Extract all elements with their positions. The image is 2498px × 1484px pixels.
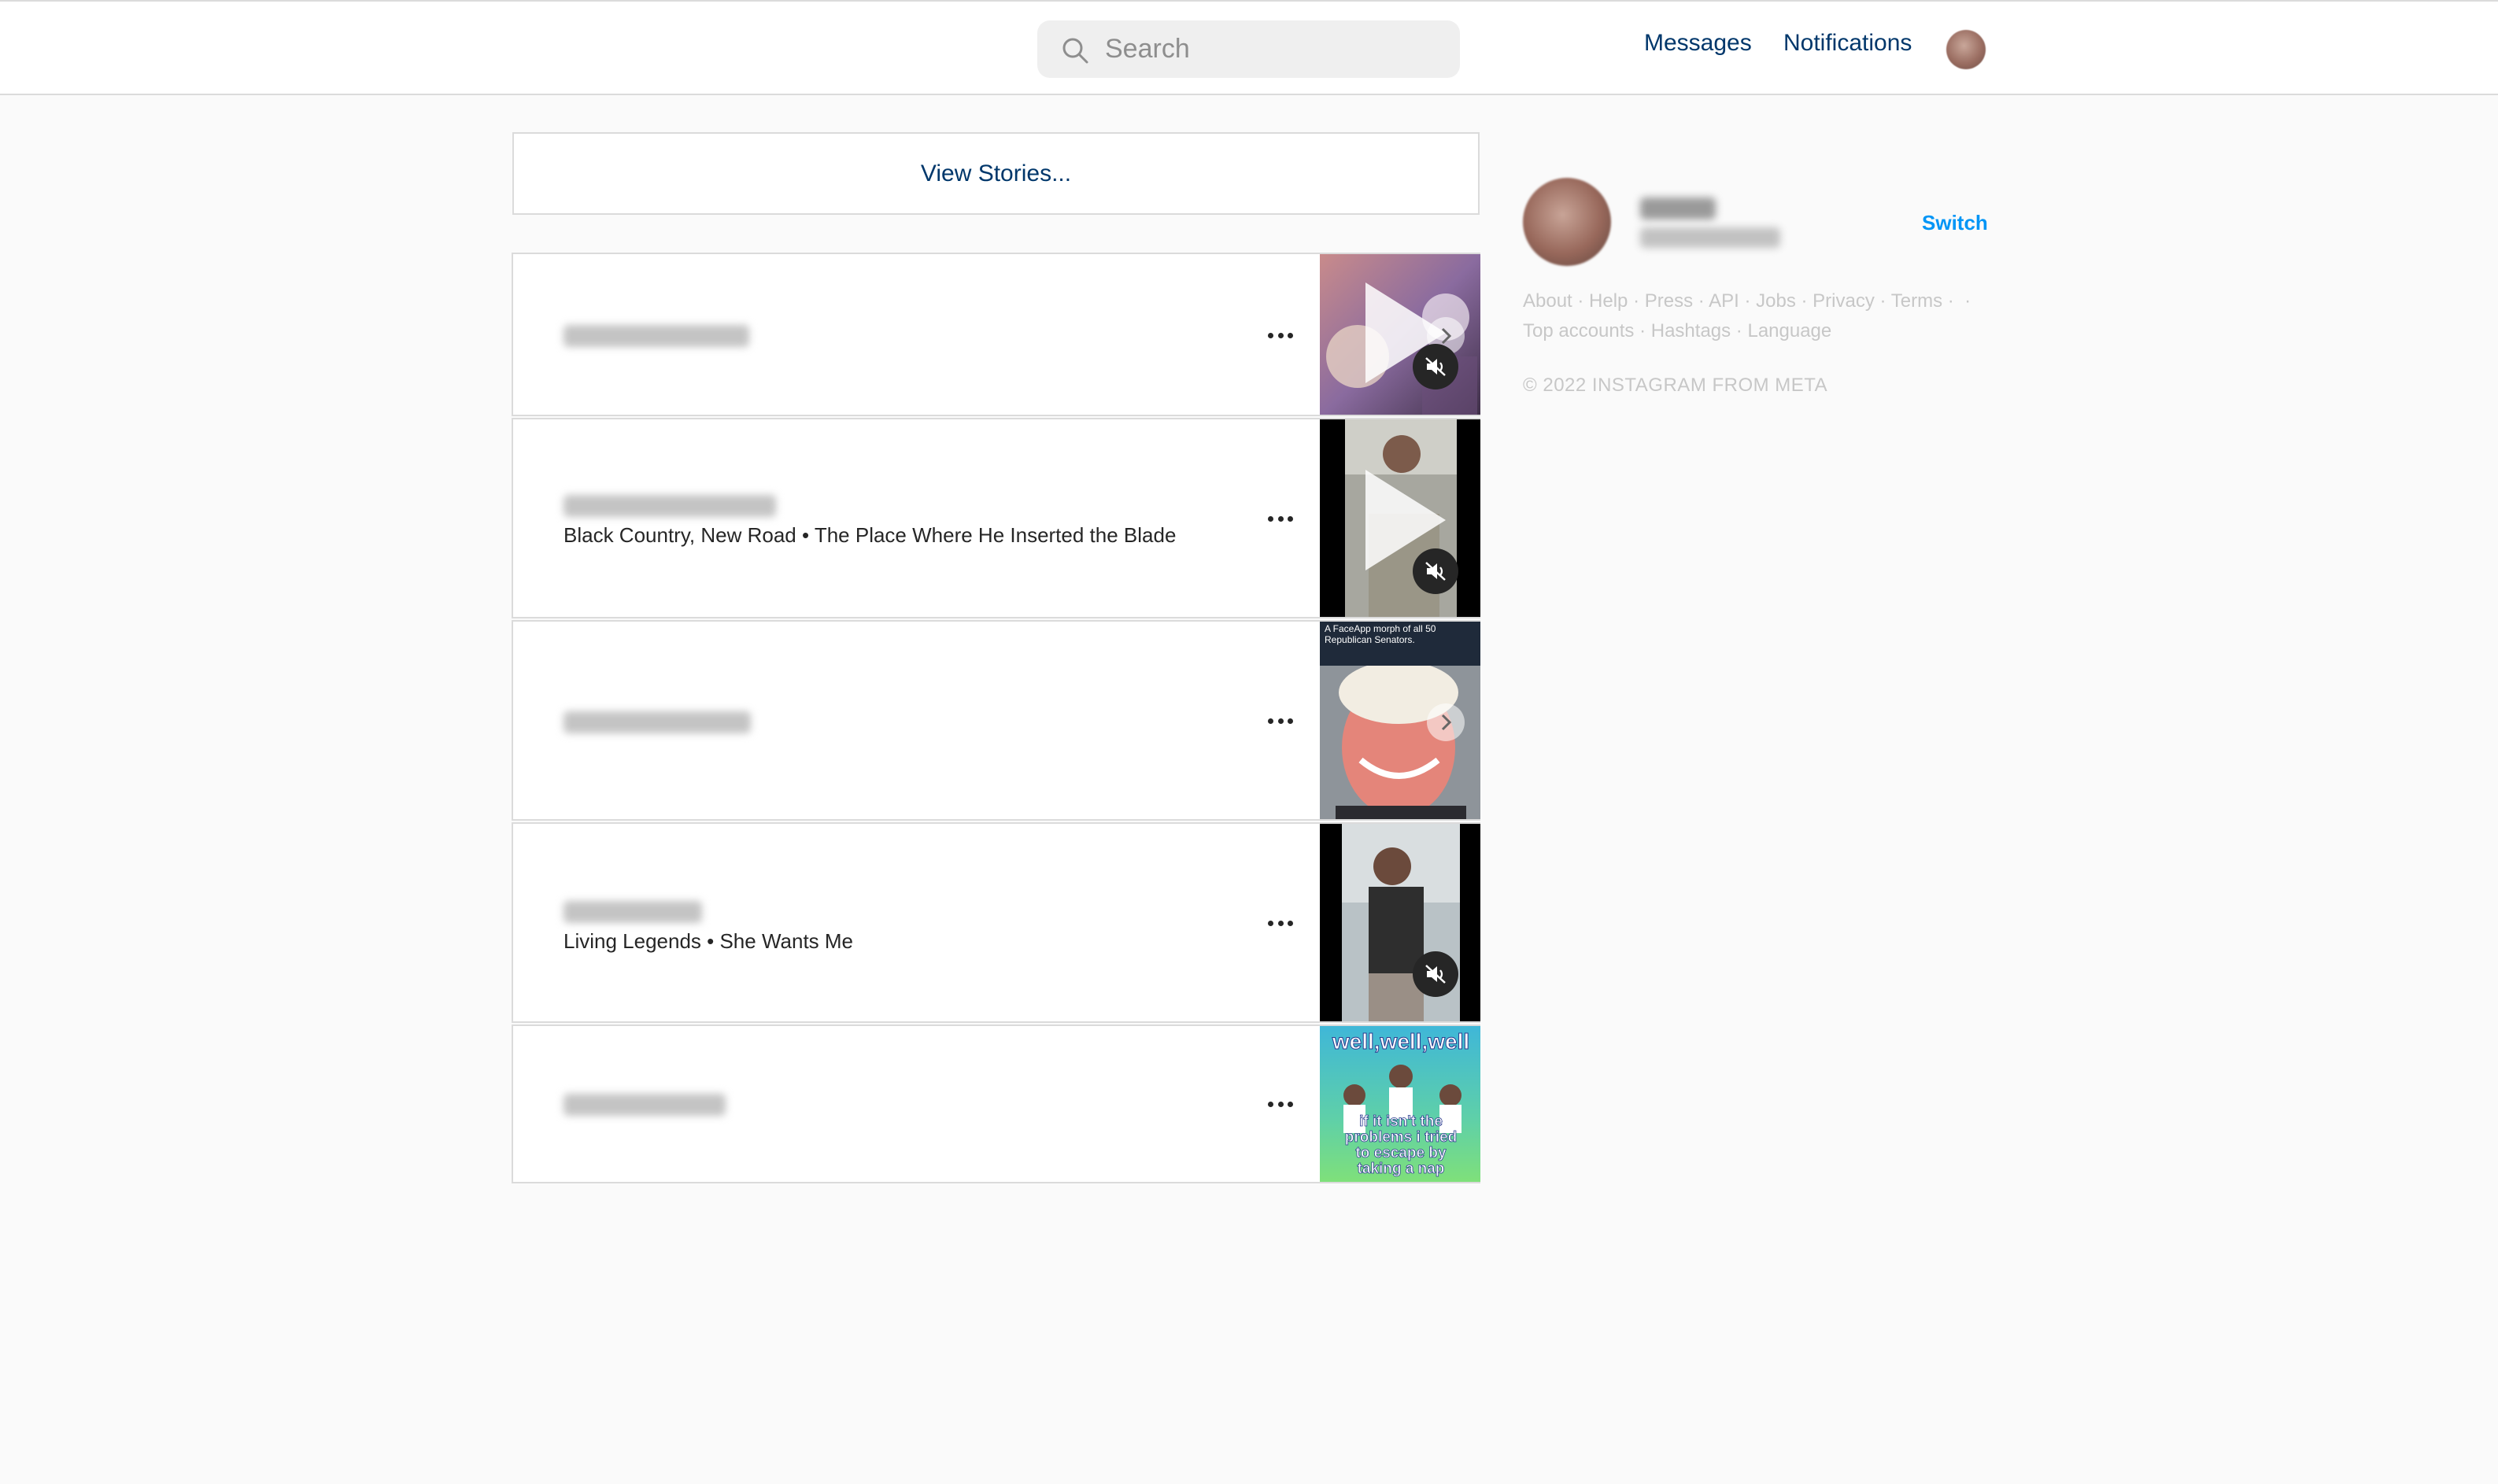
mute-icon [1425, 562, 1446, 581]
face-image [1320, 666, 1480, 819]
more-options-button[interactable] [1257, 1095, 1304, 1113]
mute-icon [1425, 965, 1446, 984]
post-username[interactable] [564, 711, 751, 733]
post-media-thumbnail[interactable] [1320, 824, 1480, 1021]
mute-button[interactable] [1413, 951, 1458, 997]
meme-text: if it isn't the problems i tried to esca… [1344, 1113, 1458, 1177]
copyright-text: © 2022 INSTAGRAM FROM META [1523, 375, 1828, 396]
switch-account-button[interactable]: Switch [1922, 211, 1988, 235]
post-username[interactable] [564, 325, 749, 347]
thumbnail-text: A FaceApp morph of all 50 Republican Sen… [1325, 623, 1436, 645]
feed-post: Black Country, New Road • The Place Wher… [512, 418, 1480, 618]
feed-post: A FaceApp morph of all 50 Republican Sen… [512, 620, 1480, 821]
post-username[interactable] [564, 495, 776, 517]
footer-link-language[interactable]: Language [1747, 320, 1831, 341]
feed-post [512, 253, 1480, 416]
post-media-thumbnail[interactable]: well,well,well if it isn't the problems … [1320, 1026, 1480, 1182]
mute-button[interactable] [1413, 548, 1458, 594]
footer-link-terms[interactable]: Terms [1891, 290, 1942, 312]
next-slide-button[interactable] [1427, 703, 1465, 741]
messages-link[interactable]: Messages [1644, 30, 1752, 57]
feed: Black Country, New Road • The Place Wher… [512, 253, 1480, 1183]
footer-link-jobs[interactable]: Jobs [1756, 290, 1796, 312]
sidebar-username[interactable] [1640, 197, 1716, 220]
feed-post: Living Legends • She Wants Me [512, 822, 1480, 1023]
mute-button[interactable] [1413, 344, 1458, 389]
more-options-button[interactable] [1257, 711, 1304, 730]
video-frame [1342, 824, 1460, 1021]
footer-link-top-accounts[interactable]: Top accounts [1523, 320, 1634, 341]
footer-link-privacy[interactable]: Privacy [1813, 290, 1875, 312]
feed-post: well,well,well if it isn't the problems … [512, 1024, 1480, 1183]
notifications-link[interactable]: Notifications [1783, 30, 1912, 57]
post-media-thumbnail[interactable] [1320, 419, 1480, 617]
more-options-button[interactable] [1257, 509, 1304, 528]
post-music-caption[interactable]: Black Country, New Road • The Place Wher… [564, 523, 1176, 548]
chevron-right-icon [1441, 714, 1452, 731]
footer-link-api[interactable]: API [1709, 290, 1739, 312]
footer-link-about[interactable]: About [1523, 290, 1572, 312]
view-stories-label: View Stories... [920, 160, 1072, 186]
more-options-button[interactable] [1257, 326, 1304, 345]
search-input[interactable] [1105, 20, 1443, 78]
footer-link-hashtags[interactable]: Hashtags [1651, 320, 1731, 341]
post-media-thumbnail[interactable] [1320, 254, 1480, 415]
sidebar-full-name [1640, 227, 1780, 248]
footer-link-press[interactable]: Press [1645, 290, 1693, 312]
post-media-thumbnail[interactable]: A FaceApp morph of all 50 Republican Sen… [1320, 622, 1480, 819]
post-username[interactable] [564, 901, 702, 923]
top-navigation-bar: Messages Notifications [0, 0, 2498, 95]
more-options-button[interactable] [1257, 914, 1304, 932]
chevron-right-icon [1441, 327, 1452, 345]
profile-avatar[interactable] [1946, 30, 1986, 69]
footer-link-help[interactable]: Help [1589, 290, 1628, 312]
meme-title: well,well,well [1332, 1029, 1470, 1054]
sidebar-avatar[interactable] [1523, 178, 1611, 266]
search-box[interactable] [1037, 20, 1460, 78]
post-music-caption[interactable]: Living Legends • She Wants Me [564, 929, 853, 954]
post-username[interactable] [564, 1094, 726, 1116]
mute-icon [1425, 357, 1446, 376]
search-icon [1062, 38, 1088, 64]
footer-links: About · Help · Press · API · Jobs · Priv… [1523, 290, 1971, 341]
view-stories-button[interactable]: View Stories... [512, 132, 1480, 215]
